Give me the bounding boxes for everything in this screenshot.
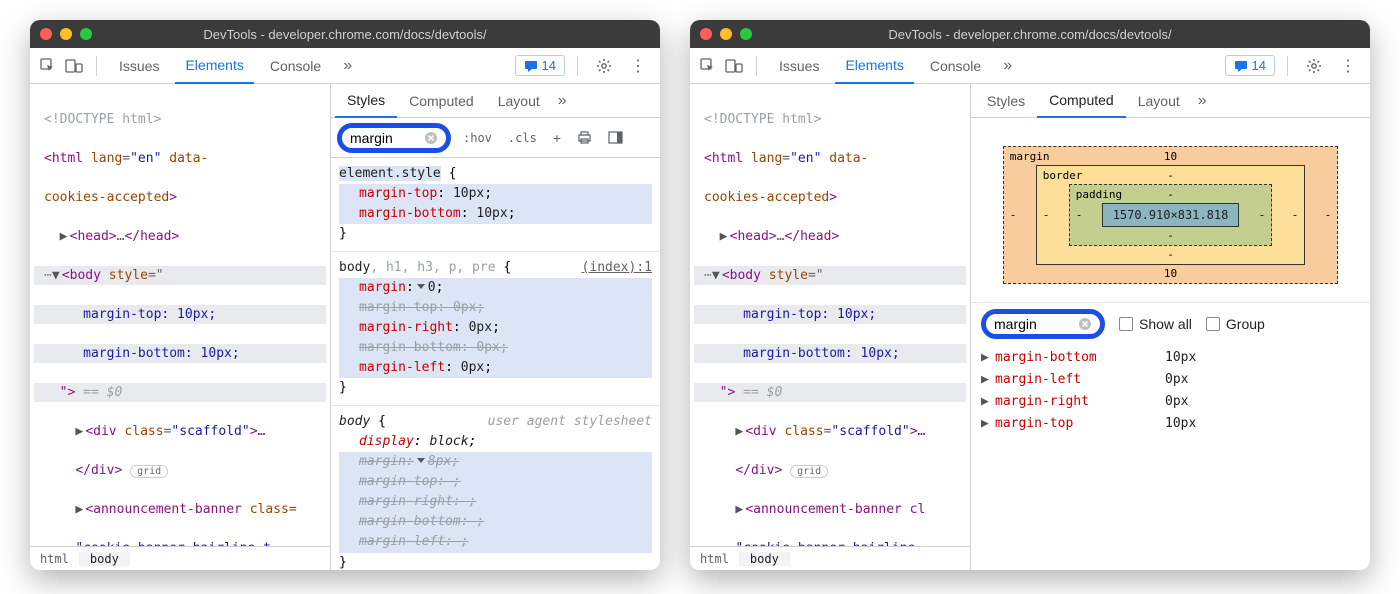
messages-count: 14 [1252,58,1266,73]
styles-content[interactable]: element.style { margin-top: 10px; margin… [331,158,660,570]
crumb-body[interactable]: body [80,552,130,566]
box-model-diagram[interactable]: margin 10 10 - - border -- -- padding --… [971,118,1370,303]
panel-toggle-icon[interactable] [604,130,627,145]
dom-pane: <!DOCTYPE html> <html lang="en" data- co… [30,84,330,570]
tab-elements[interactable]: Elements [175,48,253,84]
gear-icon[interactable] [1300,58,1328,74]
message-icon [1234,59,1248,73]
styles-filter-input[interactable] [337,123,451,153]
computed-toolbar: Show all Group [971,303,1370,343]
list-item: ▶margin-bottom10px [981,347,1360,369]
kebab-icon[interactable]: ⋮ [624,56,652,76]
filter-field[interactable] [350,130,420,146]
more-subtabs-icon[interactable]: » [552,92,573,110]
subtab-computed[interactable]: Computed [1037,84,1126,118]
computed-filter-input[interactable] [981,309,1105,339]
cls-button[interactable]: .cls [504,131,541,145]
doctype[interactable]: <!DOCTYPE html> [34,110,326,130]
computed-pane: Styles Computed Layout » margin 10 10 - … [970,84,1370,570]
dom-tree[interactable]: <!DOCTYPE html> <html lang="en" data- co… [30,84,330,546]
styles-toolbar: :hov .cls + [331,118,660,158]
tab-elements[interactable]: Elements [835,48,913,84]
subtab-layout[interactable]: Layout [486,84,552,118]
crumb-body[interactable]: body [740,552,790,566]
more-tabs-icon[interactable]: » [337,57,358,75]
grid-badge[interactable]: grid [790,465,828,478]
tab-console[interactable]: Console [260,48,331,84]
device-toggle-icon[interactable] [724,56,744,76]
list-item: ▶margin-right0px [981,391,1360,413]
sub-tabs: Styles Computed Layout » [331,84,660,118]
titlebar[interactable]: DevTools - developer.chrome.com/docs/dev… [690,20,1370,48]
tab-issues[interactable]: Issues [769,48,829,84]
subtab-styles[interactable]: Styles [975,84,1037,118]
titlebar[interactable]: DevTools - developer.chrome.com/docs/dev… [30,20,660,48]
device-toggle-icon[interactable] [64,56,84,76]
dom-pane: <!DOCTYPE html> <html lang="en" data- co… [690,84,970,570]
breadcrumb: html body [30,546,330,570]
print-icon[interactable] [573,130,596,145]
breadcrumb: html body [690,546,970,570]
more-tabs-icon[interactable]: » [997,57,1018,75]
grid-badge[interactable]: grid [130,465,168,478]
devtools-window-styles: DevTools - developer.chrome.com/docs/dev… [30,20,660,570]
window-title: DevTools - developer.chrome.com/docs/dev… [30,27,660,42]
message-icon [524,59,538,73]
new-rule-icon[interactable]: + [549,130,565,146]
inspect-icon[interactable] [38,56,58,76]
gear-icon[interactable] [590,58,618,74]
subtab-computed[interactable]: Computed [397,84,486,118]
group-checkbox[interactable]: Group [1206,316,1265,332]
kebab-icon[interactable]: ⋮ [1334,56,1362,76]
subtab-layout[interactable]: Layout [1126,84,1192,118]
inspect-icon[interactable] [698,56,718,76]
filter-field[interactable] [994,316,1074,332]
list-item: ▶margin-left0px [981,369,1360,391]
tab-console[interactable]: Console [920,48,991,84]
content-size: 1570.910×831.818 [1102,203,1240,227]
dom-tree[interactable]: <!DOCTYPE html> <html lang="en" data- co… [690,84,970,546]
messages-badge[interactable]: 14 [515,55,565,76]
crumb-html[interactable]: html [30,552,80,566]
main-tabs: Issues Elements Console » 14 ⋮ [30,48,660,84]
styles-pane: Styles Computed Layout » :hov .cls + [330,84,660,570]
clear-icon[interactable] [1078,317,1092,331]
clear-icon[interactable] [424,131,438,145]
sub-tabs: Styles Computed Layout » [971,84,1370,118]
doctype[interactable]: <!DOCTYPE html> [694,110,966,130]
crumb-html[interactable]: html [690,552,740,566]
messages-count: 14 [542,58,556,73]
more-subtabs-icon[interactable]: » [1192,92,1213,110]
tab-issues[interactable]: Issues [109,48,169,84]
window-title: DevTools - developer.chrome.com/docs/dev… [690,27,1370,42]
source-link[interactable]: (index):1 [582,258,652,278]
devtools-window-computed: DevTools - developer.chrome.com/docs/dev… [690,20,1370,570]
list-item: ▶margin-top10px [981,413,1360,435]
computed-list[interactable]: ▶margin-bottom10px ▶margin-left0px ▶marg… [971,343,1370,570]
messages-badge[interactable]: 14 [1225,55,1275,76]
subtab-styles[interactable]: Styles [335,84,397,118]
hov-button[interactable]: :hov [459,131,496,145]
main-tabs: Issues Elements Console » 14 ⋮ [690,48,1370,84]
show-all-checkbox[interactable]: Show all [1119,316,1192,332]
